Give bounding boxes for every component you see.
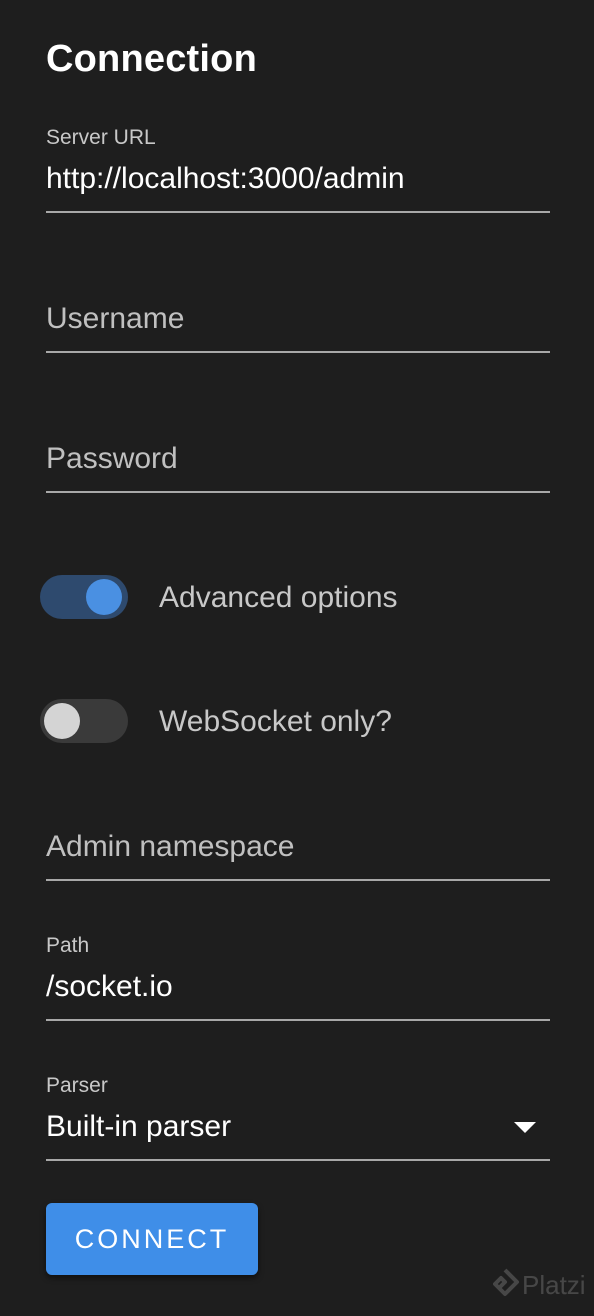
path-label: Path — [46, 934, 90, 957]
parser-select[interactable]: Parser Built-in parser — [46, 1068, 550, 1161]
parser-label: Parser — [46, 1074, 108, 1097]
platzi-logo-icon — [493, 1268, 519, 1296]
websocket-only-switch-knob[interactable] — [44, 703, 80, 739]
username-field[interactable]: Username — [46, 290, 550, 353]
advanced-options-toggle-row[interactable]: Advanced options — [40, 575, 540, 621]
advanced-options-switch-knob[interactable] — [86, 579, 122, 615]
admin-namespace-field[interactable]: Admin namespace — [46, 818, 550, 881]
server-url-input[interactable]: http://localhost:3000/admin — [46, 162, 405, 196]
advanced-options-switch[interactable] — [40, 575, 128, 619]
parser-selected-value[interactable]: Built-in parser — [46, 1110, 231, 1144]
path-input[interactable]: /socket.io — [46, 970, 173, 1004]
server-url-label: Server URL — [46, 126, 156, 149]
path-field[interactable]: Path /socket.io — [46, 928, 550, 1021]
platzi-watermark-logo: Platzi — [490, 1268, 594, 1304]
server-url-field[interactable]: Server URL http://localhost:3000/admin — [46, 120, 550, 213]
username-input[interactable]: Username — [46, 302, 184, 336]
password-input[interactable]: Password — [46, 442, 178, 476]
websocket-only-label[interactable]: WebSocket only? — [159, 705, 392, 739]
connection-panel: Connection Server URL http://localhost:3… — [0, 0, 594, 1316]
watermark-text: Platzi — [522, 1270, 586, 1300]
websocket-only-toggle-row[interactable]: WebSocket only? — [40, 699, 540, 745]
admin-namespace-input[interactable]: Admin namespace — [46, 830, 294, 864]
connect-button[interactable]: CONNECT — [46, 1203, 258, 1275]
dropdown-caret-icon[interactable] — [514, 1122, 536, 1133]
advanced-options-label[interactable]: Advanced options — [159, 581, 398, 615]
password-field[interactable]: Password — [46, 430, 550, 493]
page-title: Connection — [46, 38, 257, 80]
websocket-only-switch[interactable] — [40, 699, 128, 743]
